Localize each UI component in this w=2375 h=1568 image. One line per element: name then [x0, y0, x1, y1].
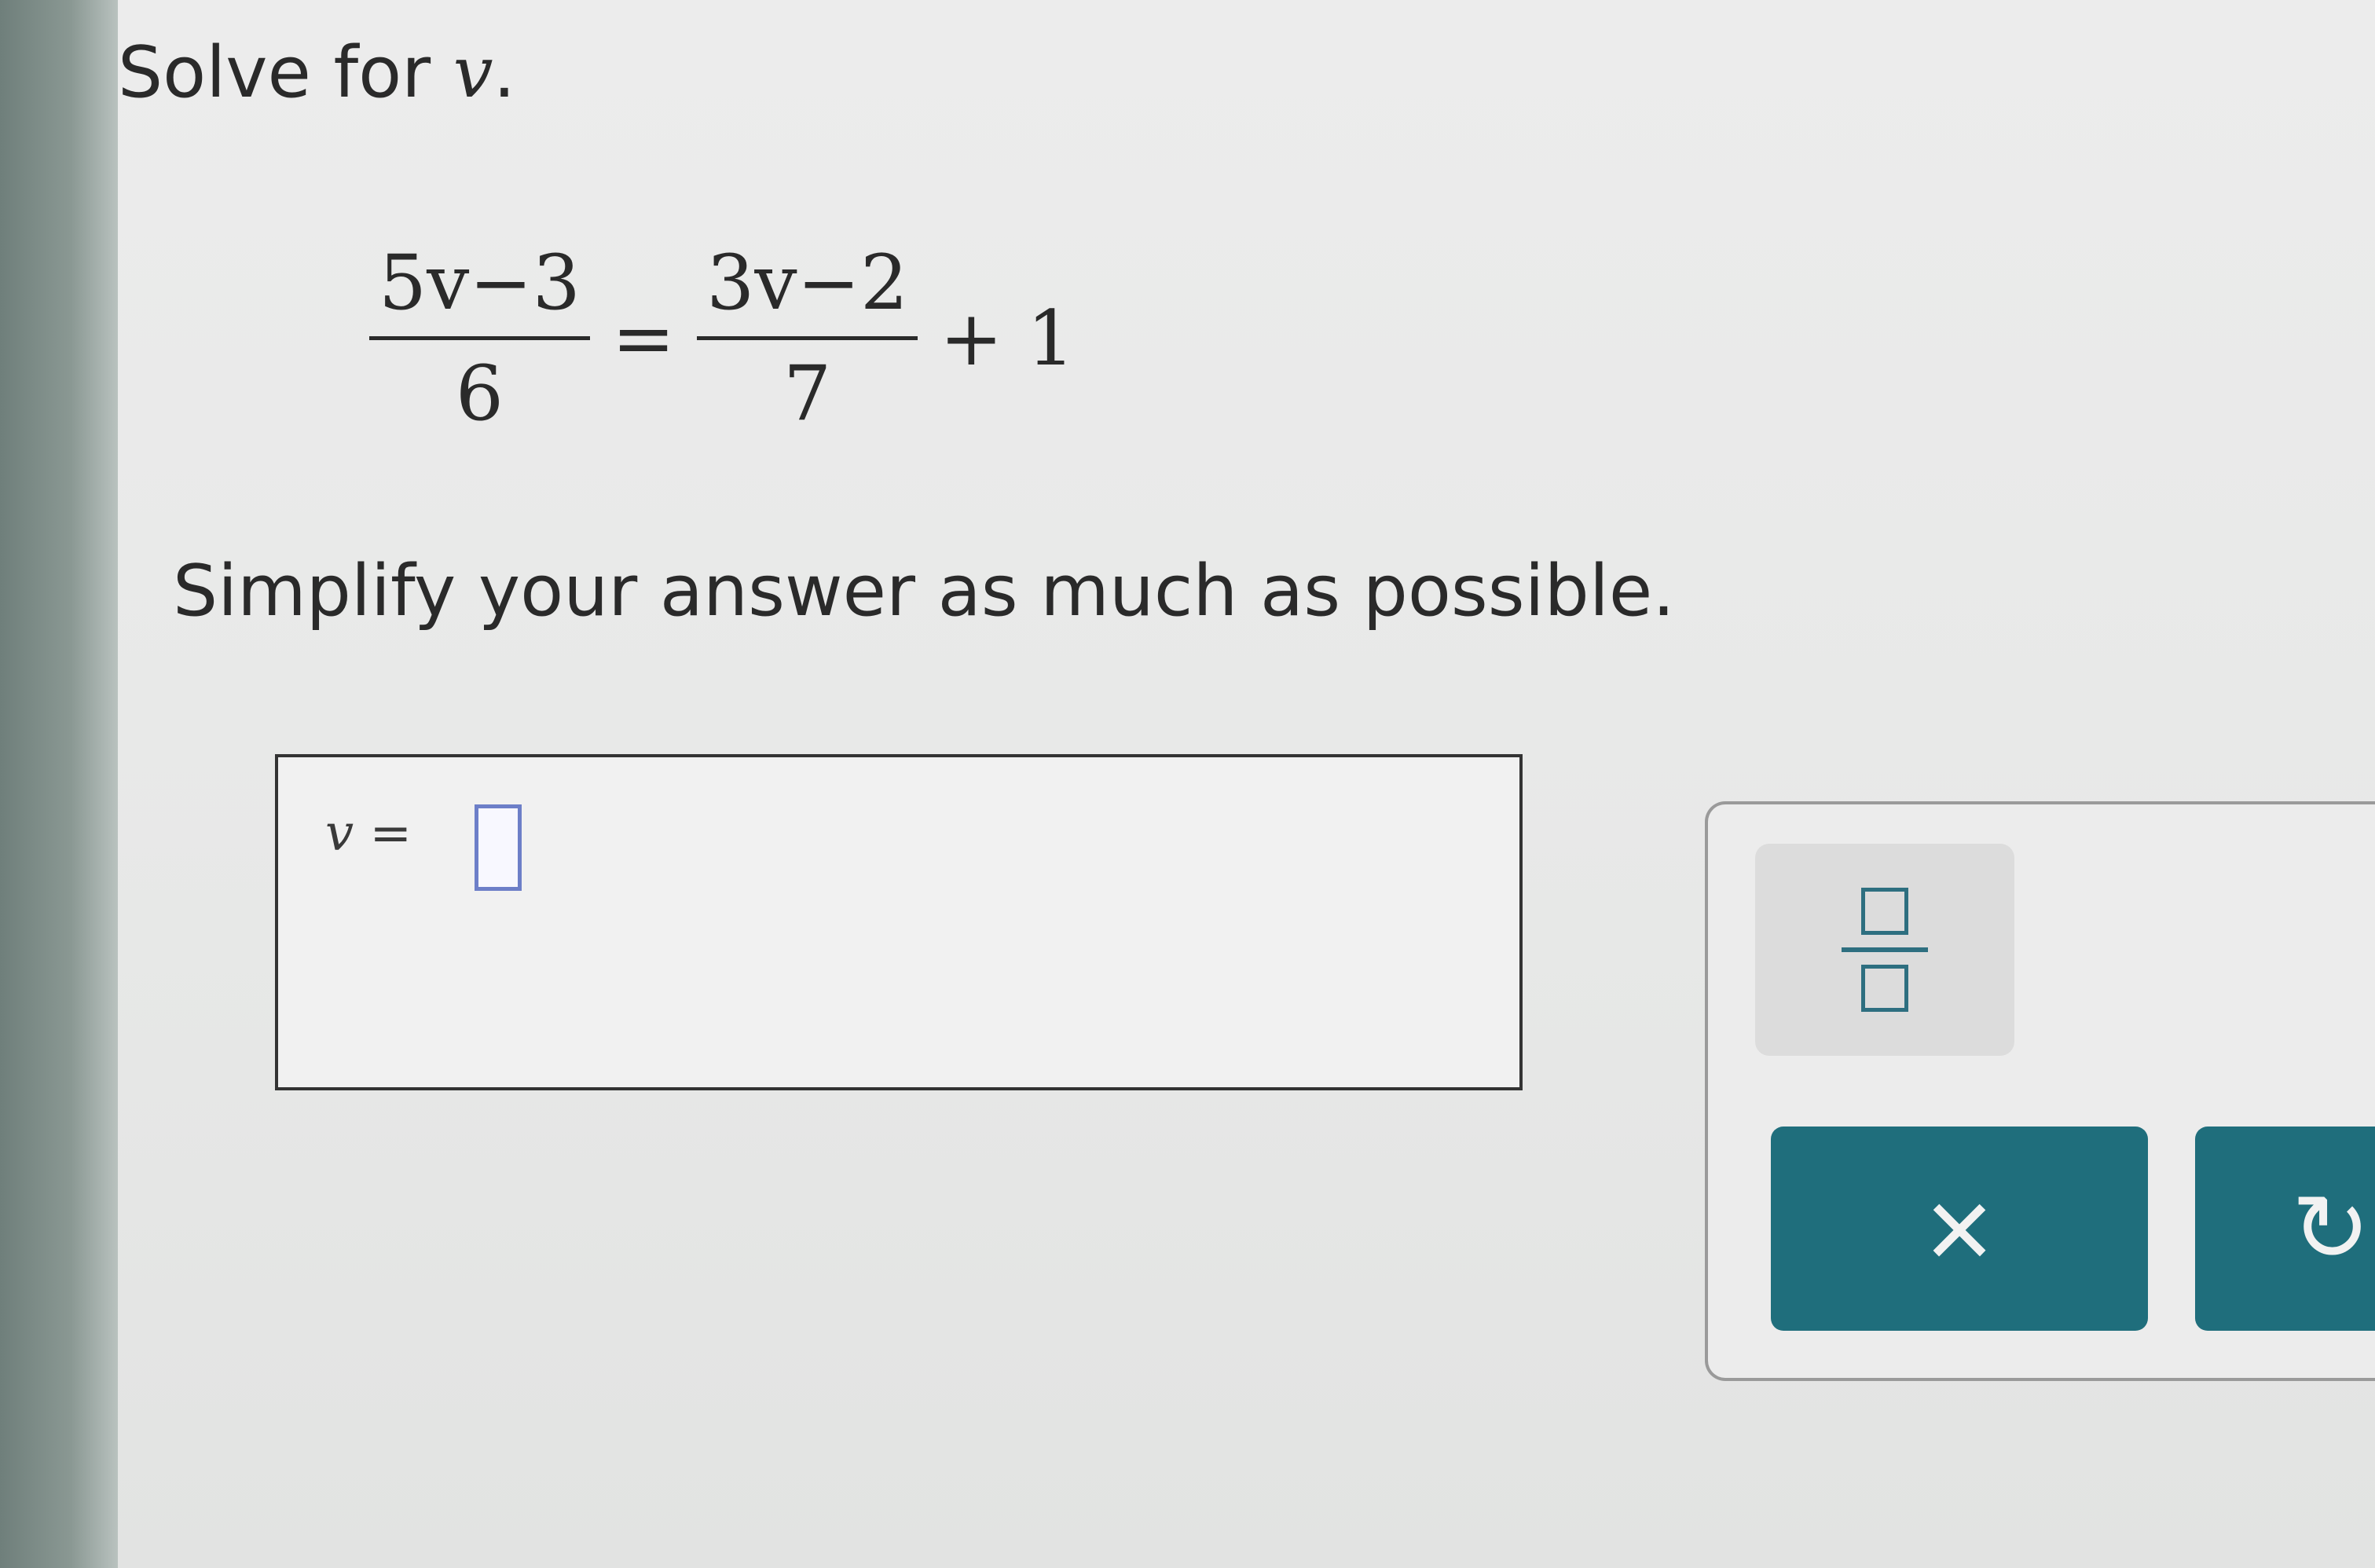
undo-icon: ↻: [2291, 1175, 2370, 1281]
equation: 5v−3 6 = 3v−2 7 + 1: [369, 236, 1075, 441]
equals-sign: =: [611, 294, 676, 383]
left-numerator: 5v−3: [379, 239, 581, 327]
screen-bezel: [0, 0, 118, 1568]
question-suffix: .: [493, 31, 516, 114]
answer-input[interactable]: [475, 804, 522, 891]
instruction-text: Simplify your answer as much as possible…: [173, 550, 1675, 632]
question-prompt: Solve for v.: [118, 31, 515, 114]
clear-button[interactable]: ×: [1771, 1127, 2148, 1331]
right-fraction-bar: [697, 336, 918, 340]
answer-box[interactable]: v =: [275, 754, 1523, 1090]
fraction-button[interactable]: [1755, 844, 2014, 1056]
fraction-icon: [1861, 888, 1908, 935]
left-fraction: 5v−3 6: [369, 236, 590, 441]
answer-equals: =: [369, 804, 412, 863]
answer-variable: v: [325, 804, 354, 863]
left-fraction-bar: [369, 336, 590, 340]
right-numerator: 3v−2: [706, 239, 909, 327]
right-fraction: 3v−2 7: [697, 236, 918, 441]
right-denominator: 7: [783, 350, 832, 438]
fraction-icon-bar: [1842, 947, 1928, 952]
question-variable: v: [453, 31, 493, 114]
undo-button[interactable]: ↻: [2195, 1127, 2375, 1331]
question-prefix: Solve for: [118, 31, 453, 114]
answer-label: v =: [325, 804, 412, 863]
math-toolbar: × ↻: [1705, 801, 2375, 1381]
close-icon: ×: [1925, 1162, 1994, 1295]
plus-term: + 1: [940, 294, 1076, 383]
left-denominator: 6: [455, 350, 504, 438]
fraction-icon-denominator: [1861, 965, 1908, 1012]
